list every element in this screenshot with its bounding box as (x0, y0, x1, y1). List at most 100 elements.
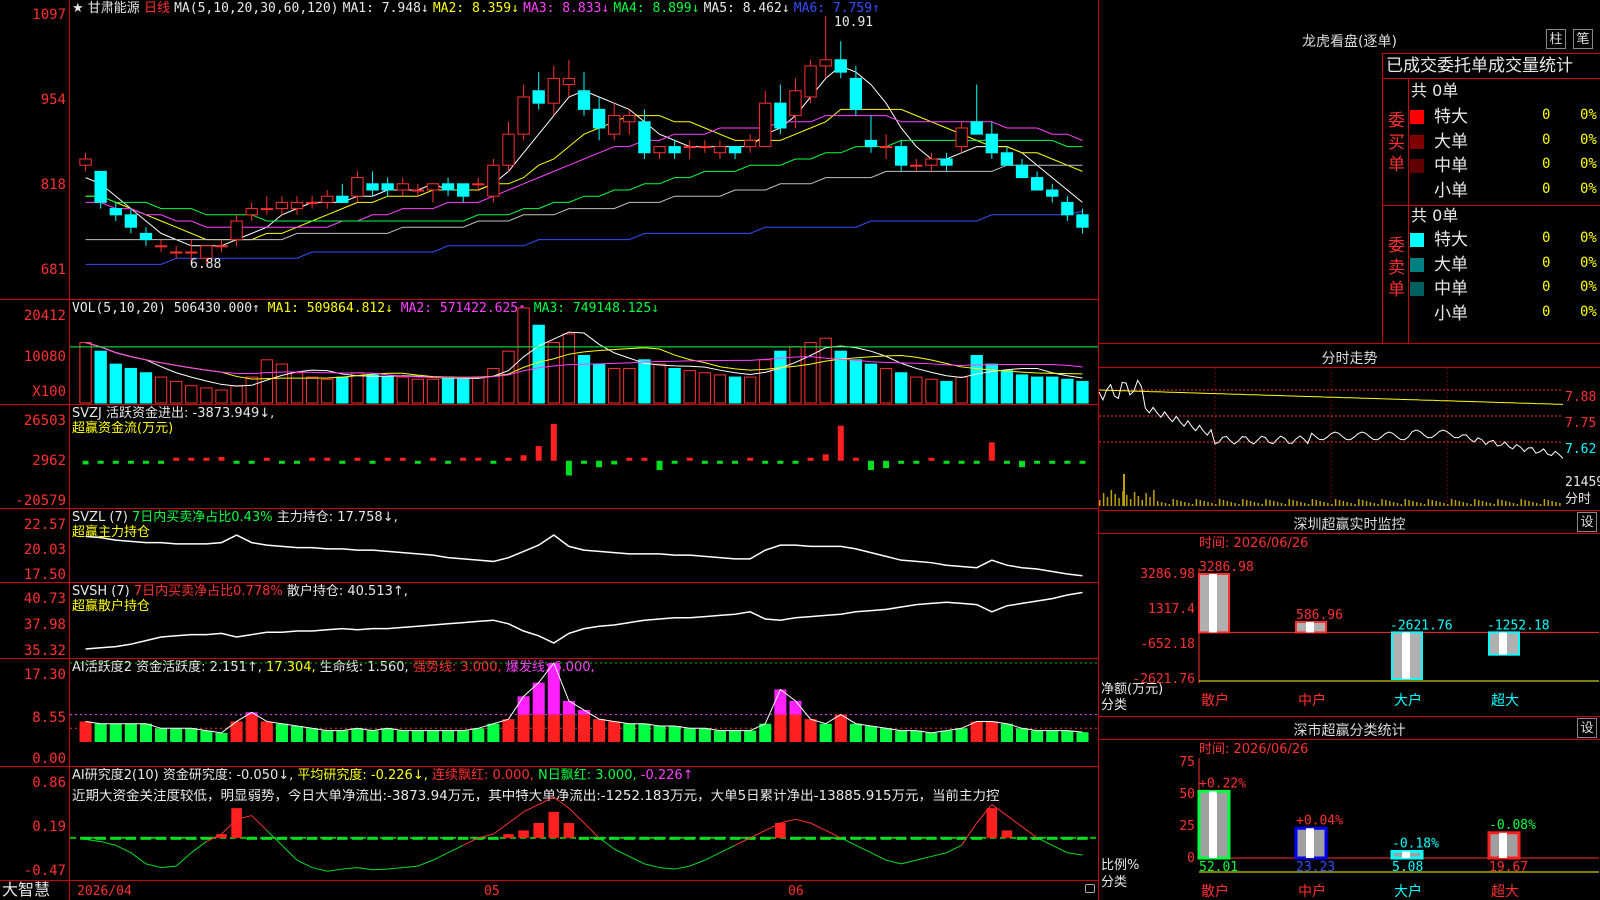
rt-bar-超大 (1488, 631, 1520, 656)
rt-settings-button[interactable]: 设 (1577, 512, 1597, 532)
candle-body (290, 201, 304, 210)
column-view-button[interactable]: 柱 (1546, 29, 1566, 49)
buy-row-小单: 小单 0 0% (1099, 180, 1597, 202)
svzj-bar (1064, 460, 1071, 464)
realtime-net-chart[interactable]: 3286.98 1317.4 -652.18 -2621.76 3286.98 散户 586… (1099, 534, 1600, 714)
ai-research-chart[interactable] (70, 767, 1098, 880)
volume-bar (170, 380, 183, 404)
candle-body (109, 208, 122, 216)
volume-bar (351, 372, 364, 404)
volume-bar (608, 367, 621, 404)
fs-vol-bar (1450, 499, 1453, 506)
svzj-bar (792, 460, 799, 464)
svzl-chart[interactable] (70, 509, 1098, 582)
ai-green-bar (729, 836, 741, 840)
ai2-bar (789, 714, 802, 742)
candle-body (713, 146, 727, 154)
ai-green-bar (971, 836, 983, 840)
stats-tabs[interactable]: 已成交委托单成交量统计 (1386, 56, 1573, 76)
ai-line-seg (357, 867, 373, 871)
svzj-bar (505, 457, 512, 461)
volume-bar (895, 372, 908, 404)
fs-vol-bar (1454, 500, 1457, 506)
brand-logo[interactable]: 大智慧 (2, 882, 50, 898)
cls-bar-highlight (1209, 791, 1217, 858)
svzj-bar (837, 425, 844, 461)
fs-vol-bar (1226, 501, 1229, 506)
rt-bar-highlight (1499, 632, 1507, 655)
candle-body (305, 201, 319, 204)
price-axis-4: 681 (40, 262, 66, 278)
sell-swatch (1410, 282, 1424, 296)
candlestick-chart[interactable] (70, 0, 1098, 299)
svsh-line (85, 591, 1083, 650)
fs-vol-bar (1211, 503, 1213, 506)
volume-bar (502, 350, 515, 404)
fs-vol-bar (1435, 501, 1437, 506)
candle-body (94, 170, 107, 203)
ai-line-seg (432, 852, 449, 861)
fs-vol-bar (1187, 503, 1190, 506)
fs-vol-bar (1439, 502, 1441, 506)
ai2-bar (245, 714, 258, 742)
svsh-chart[interactable] (70, 583, 1098, 658)
cls-settings-button[interactable]: 设 (1577, 718, 1597, 738)
rt-bar-value: -1252.18 (1487, 618, 1550, 633)
fs-vol-bar (1381, 499, 1383, 506)
buy-row-pct: 0% (1580, 131, 1597, 148)
svzl-axis-2: 20.03 (23, 542, 66, 558)
ai2-bar (170, 728, 183, 742)
sell-row-pct: 0% (1580, 279, 1597, 295)
ai-line-seg (568, 807, 585, 824)
buy-row-大单: 大单 0 0% (1099, 131, 1597, 153)
ai2-bar (683, 728, 696, 742)
ai-green-bar (110, 836, 122, 840)
candle-body (728, 146, 742, 154)
fs-vol-bar (1516, 504, 1519, 506)
ai-green-bar (654, 836, 665, 840)
fs-vol-bar (1300, 502, 1302, 506)
ai-line-seg (296, 859, 313, 869)
svzj-bar (384, 457, 391, 461)
candle-body (834, 59, 847, 73)
ai2-bar (608, 721, 621, 742)
volume-bar (139, 372, 153, 404)
ai-green-bar (246, 836, 257, 840)
ai-green-bar (352, 836, 363, 840)
main-chart-area[interactable]: ★ 甘肃能源 日线 MA(5,10,20,30,60,120) MA1: 7.9… (0, 0, 1099, 900)
ai-line-seg (1021, 826, 1038, 839)
ai2-bar (411, 730, 424, 742)
svzj-chart[interactable] (70, 405, 1098, 508)
ai-line-seg (810, 822, 826, 831)
lock-icon[interactable] (1085, 884, 1095, 893)
fs-vol-bar (1242, 499, 1244, 506)
volume-chart[interactable] (70, 300, 1098, 404)
intraday-chart[interactable] (1098, 368, 1600, 508)
candle-body (698, 146, 711, 149)
candle-body (260, 208, 273, 211)
ai2-bar (200, 730, 213, 742)
vol-axis-2: 10080 (23, 349, 66, 365)
ai-line-seg (825, 829, 841, 839)
fs-vol-bar (1385, 500, 1387, 506)
fs-vol-bar (1269, 500, 1271, 506)
ai2-bar (124, 723, 137, 742)
ai-line-seg (719, 844, 736, 854)
ai2-bar (139, 723, 153, 742)
fs-vol-bar (1245, 500, 1248, 506)
svzj-bar (973, 460, 980, 464)
cls-cat-label: 分类 (1101, 875, 1128, 890)
tick-view-button[interactable]: 笔 (1573, 29, 1593, 49)
ai-red-bar (503, 834, 514, 838)
ai-green-bar (639, 836, 650, 840)
volume-bar (970, 355, 983, 404)
svzj-bar (520, 455, 527, 461)
ai-line-seg (251, 815, 268, 831)
ai2-chart[interactable] (70, 659, 1098, 766)
svzj-bar (490, 460, 497, 464)
class-ratio-chart[interactable]: 75 50 25 0 +0.22% 52.01 散户 +0.04% 23.23 中户 -0.18% 5… (1099, 740, 1600, 900)
volume-bar (1015, 374, 1029, 404)
sell-row-pct: 0% (1580, 230, 1597, 246)
svzj-bar (414, 460, 421, 464)
fs-vol-bar (1230, 502, 1232, 506)
